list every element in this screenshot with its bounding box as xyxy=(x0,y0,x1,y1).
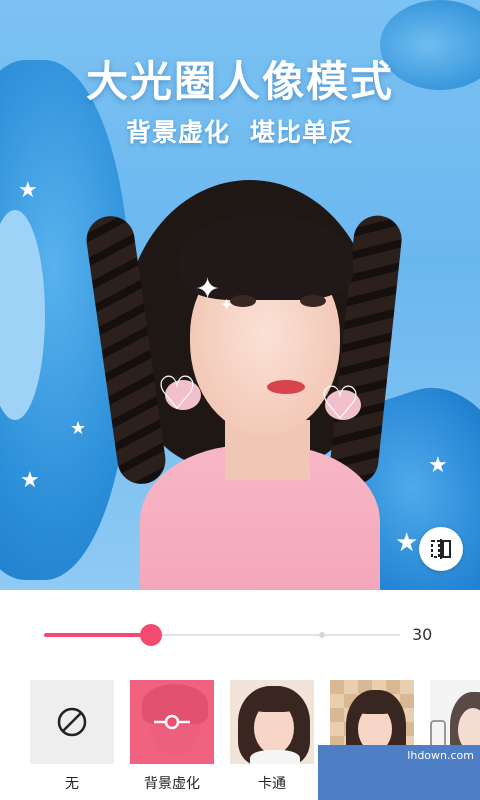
sparkle-icon: ✦ xyxy=(195,272,221,307)
hero-subtitle: 背景虚化 堪比单反 xyxy=(0,113,480,149)
effect-label: 背景虚化 xyxy=(144,776,200,792)
slider-value: 30 xyxy=(412,625,433,644)
sparkle-icon: ✦ xyxy=(220,295,234,314)
effect-item-background-blur[interactable]: 背景虚化 xyxy=(130,680,214,793)
heart-earring-icon: ♡ xyxy=(319,376,361,430)
heart-earring-icon: ♡ xyxy=(156,366,198,420)
subtitle-right: 堪比单反 xyxy=(250,118,355,147)
star-icon: ★ xyxy=(428,453,448,478)
slider-fill xyxy=(44,633,151,637)
star-icon: ★ xyxy=(70,418,87,439)
star-icon: ★ xyxy=(20,468,40,493)
effect-thumbnail[interactable] xyxy=(30,680,114,764)
compare-button[interactable] xyxy=(419,527,463,571)
subtitle-left: 背景虚化 xyxy=(125,118,230,147)
effect-item-none[interactable]: 无 xyxy=(30,680,114,793)
blur-intensity-slider[interactable] xyxy=(44,624,400,646)
none-circle-slash-icon xyxy=(57,707,87,737)
effect-thumbnail[interactable] xyxy=(130,680,214,764)
effect-thumbnail[interactable] xyxy=(230,680,314,764)
effect-label: 无 xyxy=(65,776,79,792)
blur-adjust-icon xyxy=(154,714,190,730)
hero-title: 大光圈人像模式 xyxy=(85,57,394,106)
watermark-text: lhdown.com xyxy=(407,749,474,762)
compare-split-icon xyxy=(431,539,451,559)
effect-item-cartoon[interactable]: 卡通 xyxy=(230,680,314,793)
watermark: lhdown.com xyxy=(318,745,480,800)
slider-default-tick xyxy=(318,632,325,638)
portrait-subject: ♡ ♡ ✦ ✦ xyxy=(83,175,404,590)
slider-thumb[interactable] xyxy=(139,624,162,646)
star-icon: ★ xyxy=(18,178,38,203)
star-icon: ★ xyxy=(395,528,419,558)
portrait-preview: ★ ★ ★ ★ ★ ♡ ♡ ✦ ✦ 大光圈人像模式 背景虚化 堪比单反 xyxy=(0,0,480,590)
effect-label: 卡通 xyxy=(258,776,286,792)
